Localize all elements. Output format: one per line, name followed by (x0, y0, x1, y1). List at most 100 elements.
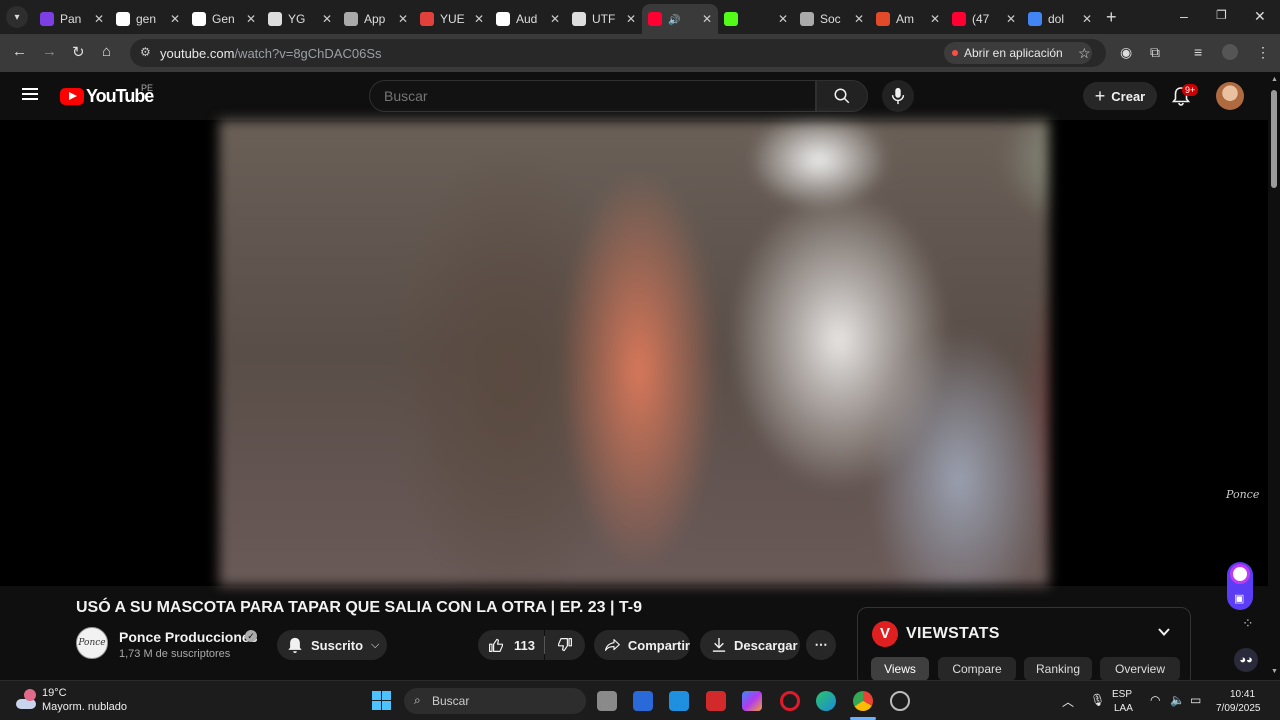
create-button[interactable]: + Crear (1083, 82, 1157, 110)
side-extension-pill[interactable]: ▣ (1227, 562, 1253, 610)
browser-tab[interactable]: App ✕ (338, 4, 414, 34)
clock-app-icon[interactable] (890, 691, 910, 711)
tab-close-icon[interactable]: ✕ (246, 12, 256, 26)
profile-avatar[interactable] (1222, 44, 1238, 60)
tab-close-icon[interactable]: ✕ (550, 12, 560, 26)
address-bar[interactable]: ⚙ youtube.com/watch?v=8gChDAC06Ss Abrir … (130, 39, 1106, 67)
browser-tab[interactable]: Am ✕ (870, 4, 946, 34)
scroll-down-icon[interactable]: ▼ (1271, 668, 1278, 675)
youtube-logo[interactable]: YouTube (60, 86, 154, 106)
wps-office-icon[interactable] (706, 691, 726, 711)
browser-tab[interactable]: (47 ✕ (946, 4, 1022, 34)
windows-start-icon[interactable] (372, 691, 392, 711)
video-frame-blurred[interactable] (219, 120, 1049, 586)
browser-tab[interactable]: Aud ✕ (490, 4, 566, 34)
input-language-sub[interactable]: LAA (1114, 703, 1133, 714)
more-actions-button[interactable]: ⋯ (806, 630, 836, 660)
browser-tab[interactable]: 🔊 ✕ (642, 4, 718, 34)
site-info-icon[interactable]: ⚙ (140, 45, 151, 59)
like-button[interactable]: 113 (478, 630, 544, 660)
show-hidden-icons-chevron[interactable]: ︿ (1062, 693, 1074, 710)
browser-menu-icon[interactable]: ⋮ (1256, 44, 1270, 61)
tab-close-icon[interactable]: ✕ (1006, 12, 1016, 26)
scrollbar-thumb[interactable] (1271, 90, 1277, 188)
menu-hamburger-icon[interactable] (22, 88, 38, 100)
dislike-button[interactable] (545, 630, 585, 660)
tab-close-icon[interactable]: ✕ (94, 12, 104, 26)
chrome-icon[interactable] (853, 691, 873, 711)
page-scrollbar[interactable]: ▲ ▼ (1268, 72, 1280, 680)
clock-time[interactable]: 10:41 (1230, 689, 1255, 700)
viewstats-tab-ranking[interactable]: Ranking (1024, 657, 1092, 681)
weather-temperature[interactable]: 19°C (42, 687, 67, 699)
extensions-puzzle-icon[interactable]: ⧉ (1150, 44, 1160, 61)
browser-tab[interactable]: Pan ✕ (34, 4, 110, 34)
close-window-button[interactable]: ✕ (1254, 8, 1266, 25)
browser-tab[interactable]: YUE ✕ (414, 4, 490, 34)
assistant-bot-icon[interactable]: ◕◕ (1234, 648, 1258, 672)
weather-cloud-icon[interactable] (16, 689, 38, 711)
tab-search-button[interactable]: ▾ (6, 6, 28, 28)
scroll-up-icon[interactable]: ▲ (1271, 76, 1278, 83)
copilot-icon[interactable] (742, 691, 762, 711)
browser-tab[interactable]: UTF ✕ (566, 4, 642, 34)
input-language[interactable]: ESP (1112, 689, 1132, 700)
viewstats-tab-compare[interactable]: Compare (938, 657, 1016, 681)
browser-tab[interactable]: ✕ (718, 4, 794, 34)
search-input[interactable] (384, 88, 784, 104)
taskbar-search[interactable]: ⌕ Buscar (404, 688, 586, 714)
edge-icon[interactable] (816, 691, 836, 711)
share-button[interactable]: Compartir (594, 630, 690, 660)
back-icon[interactable]: ← (12, 43, 27, 60)
browser-tab[interactable]: Gen ✕ (186, 4, 262, 34)
tab-close-icon[interactable]: ✕ (322, 12, 332, 26)
restore-button[interactable]: ❐ (1216, 8, 1227, 22)
tab-close-icon[interactable]: ✕ (474, 12, 484, 26)
tab-audio-icon[interactable]: 🔊 (668, 15, 680, 26)
microphone-tray-icon[interactable]: 🎙 (1090, 693, 1105, 707)
wifi-icon[interactable]: ◠ (1150, 693, 1160, 707)
viewstats-tab-views[interactable]: Views (871, 657, 929, 681)
reload-icon[interactable]: ↻ (72, 43, 85, 61)
tab-close-icon[interactable]: ✕ (702, 12, 712, 26)
subscribed-button[interactable]: Suscrito ⌵ (277, 630, 387, 660)
viewstats-tab-overview[interactable]: Overview (1100, 657, 1180, 681)
download-button[interactable]: Descargar (700, 630, 800, 660)
extension-icon[interactable]: ◉ (1120, 44, 1132, 61)
tab-close-icon[interactable]: ✕ (398, 12, 408, 26)
new-tab-button[interactable]: + (1106, 7, 1117, 28)
tab-close-icon[interactable]: ✕ (778, 12, 788, 26)
task-view-icon[interactable] (597, 691, 617, 711)
tab-close-icon[interactable]: ✕ (930, 12, 940, 26)
apps-grid-icon[interactable]: ⁘ (1242, 615, 1254, 632)
weather-description[interactable]: Mayorm. nublado (42, 701, 127, 713)
browser-tab[interactable]: gen ✕ (110, 4, 186, 34)
opera-icon[interactable] (780, 691, 800, 711)
collapse-chevron-icon[interactable] (1157, 625, 1171, 639)
open-in-app-button[interactable]: Abrir en aplicación (944, 42, 1092, 64)
browser-tab[interactable]: YG ✕ (262, 4, 338, 34)
tab-title: App (364, 12, 386, 26)
editor-app-icon[interactable] (669, 691, 689, 711)
store-icon[interactable] (633, 691, 653, 711)
forward-icon[interactable]: → (42, 43, 57, 60)
account-avatar[interactable] (1216, 82, 1244, 110)
tab-close-icon[interactable]: ✕ (854, 12, 864, 26)
browser-tab[interactable]: Soc ✕ (794, 4, 870, 34)
browser-tab[interactable]: dol ✕ (1022, 4, 1098, 34)
home-icon[interactable]: ⌂ (102, 43, 111, 60)
tab-close-icon[interactable]: ✕ (626, 12, 636, 26)
clock-date[interactable]: 7/09/2025 (1216, 703, 1261, 714)
bookmark-star-icon[interactable]: ☆ (1078, 45, 1091, 62)
channel-name[interactable]: Ponce Producciones (119, 629, 257, 645)
media-controls-icon[interactable]: ≡ (1194, 44, 1202, 60)
minimize-button[interactable]: – (1180, 8, 1188, 24)
tab-close-icon[interactable]: ✕ (1082, 12, 1092, 26)
battery-icon[interactable]: ▭ (1190, 693, 1201, 707)
search-button[interactable] (816, 80, 868, 112)
video-player[interactable]: Ponce (0, 120, 1268, 586)
tab-close-icon[interactable]: ✕ (170, 12, 180, 26)
voice-search-button[interactable] (882, 80, 914, 112)
volume-icon[interactable]: 🔈 (1170, 693, 1185, 707)
channel-avatar[interactable]: Ponce (76, 627, 108, 659)
